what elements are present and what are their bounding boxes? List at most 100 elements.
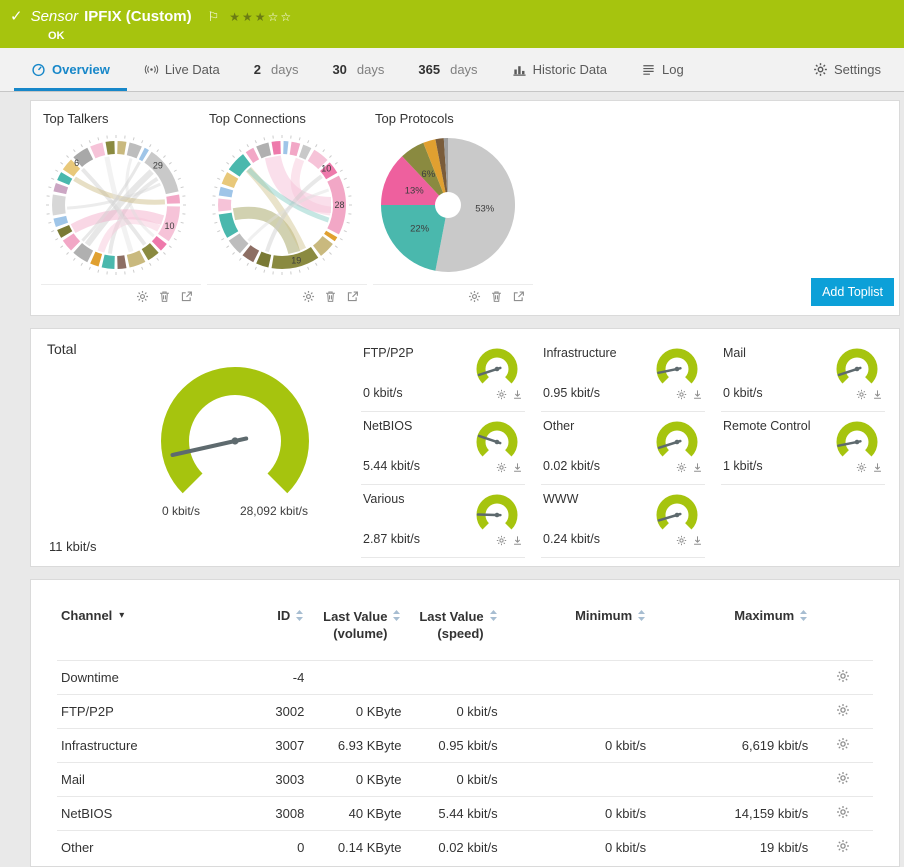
star-filled-icon: ★ xyxy=(242,10,255,24)
gauge-download-button[interactable] xyxy=(692,389,703,400)
gauge-settings-button[interactable] xyxy=(496,535,507,546)
toplist-open-button[interactable] xyxy=(180,290,193,303)
gauge-download-button[interactable] xyxy=(512,389,523,400)
channel-row-other[interactable]: Other00.14 KByte0.02 kbit/s0 kbit/s19 kb… xyxy=(57,831,873,865)
channel-row-ftp-p2p[interactable]: FTP/P2P30020 KByte0 kbit/s xyxy=(57,695,873,729)
tab-live-data-label: Live Data xyxy=(165,62,220,77)
priority-stars[interactable]: ★★★☆☆ xyxy=(229,7,293,27)
cell-id: 3008 xyxy=(219,797,308,831)
toplist-connections-footer xyxy=(207,284,367,303)
tab-overview[interactable]: Overview xyxy=(14,48,127,91)
gauge-download-button[interactable] xyxy=(872,389,883,400)
channel-gauge-name: NetBIOS xyxy=(363,419,420,433)
gauge-download-button[interactable] xyxy=(692,462,703,473)
channel-gauge-name: Remote Control xyxy=(723,419,811,433)
add-toplist-button[interactable]: Add Toplist xyxy=(811,278,894,306)
gear-icon xyxy=(496,462,507,473)
toplist-delete-button[interactable] xyxy=(324,290,337,303)
top-connections-chart-area[interactable]: 102819 xyxy=(207,130,357,280)
tab-30-days[interactable]: 30 days xyxy=(315,48,401,91)
cell-channel[interactable]: Mail xyxy=(57,763,219,797)
toplist-top-talkers: Top Talkers 29106 xyxy=(41,111,201,303)
tab-log[interactable]: Log xyxy=(624,48,701,91)
gear-icon xyxy=(836,703,850,717)
column-header-maximum[interactable]: Maximum xyxy=(650,592,812,661)
download-icon xyxy=(692,389,703,400)
gauge-settings-button[interactable] xyxy=(856,462,867,473)
trash-icon xyxy=(158,290,171,303)
toplist-settings-button[interactable] xyxy=(468,290,481,303)
tab-live-data[interactable]: Live Data xyxy=(127,48,237,91)
sensor-header: ✓ Sensor IPFIX (Custom) ⚐ ★★★☆☆ OK xyxy=(0,0,904,48)
column-header-last-value-speed[interactable]: Last Value (speed) xyxy=(405,592,501,661)
sensor-name: IPFIX (Custom) xyxy=(84,7,192,27)
tab-settings[interactable]: Settings xyxy=(796,48,898,91)
channel-settings-button[interactable] xyxy=(836,805,850,819)
minimum-header-label: Minimum xyxy=(575,608,632,623)
tab-historic-data[interactable]: Historic Data xyxy=(495,48,624,91)
gauge-settings-button[interactable] xyxy=(496,389,507,400)
channel-row-infrastructure[interactable]: Infrastructure30076.93 KByte0.95 kbit/s0… xyxy=(57,729,873,763)
channel-gauge-name: WWW xyxy=(543,492,600,506)
gauge-settings-button[interactable] xyxy=(496,462,507,473)
toplist-value-label: 28 xyxy=(334,200,344,210)
gauge-download-button[interactable] xyxy=(512,462,523,473)
top-protocols-chart-area[interactable]: 53%22%13%6% xyxy=(373,130,523,280)
gear-icon xyxy=(836,669,850,683)
priority-flag-icon[interactable]: ⚐ xyxy=(208,7,220,27)
cell-maximum xyxy=(650,695,812,729)
cell-channel[interactable]: NetBIOS xyxy=(57,797,219,831)
cell-channel[interactable]: Infrastructure xyxy=(57,729,219,763)
channel-settings-button[interactable] xyxy=(836,839,850,853)
cell-channel[interactable]: FTP/P2P xyxy=(57,695,219,729)
column-header-last-value-volume[interactable]: Last Value (volume) xyxy=(308,592,405,661)
gauge-download-button[interactable] xyxy=(692,535,703,546)
channel-settings-button[interactable] xyxy=(836,771,850,785)
gauge-settings-button[interactable] xyxy=(676,535,687,546)
gear-icon xyxy=(496,389,507,400)
gauge-settings-button[interactable] xyxy=(856,389,867,400)
gauge-icons xyxy=(496,462,525,473)
column-header-id[interactable]: ID xyxy=(219,592,308,661)
tab-bar: Overview Live Data 2 days 30 days 365 da… xyxy=(0,48,904,92)
cell-channel[interactable]: Downtime xyxy=(57,661,219,695)
channel-settings-button[interactable] xyxy=(836,737,850,751)
cell-last-value-speed xyxy=(405,661,501,695)
toplist-settings-button[interactable] xyxy=(136,290,149,303)
cell-last-value-volume: 6.93 KByte xyxy=(308,729,405,763)
gauge-settings-button[interactable] xyxy=(676,462,687,473)
toplist-delete-button[interactable] xyxy=(490,290,503,303)
toplist-delete-button[interactable] xyxy=(158,290,171,303)
cell-id: 3003 xyxy=(219,763,308,797)
toplist-open-button[interactable] xyxy=(512,290,525,303)
tab-365-days[interactable]: 365 days xyxy=(401,48,494,91)
protocol-slice-label: 13% xyxy=(405,185,425,196)
top-talkers-chart-area[interactable]: 29106 xyxy=(41,130,191,280)
cell-last-value-speed: 0.02 kbit/s xyxy=(405,831,501,865)
cell-actions xyxy=(812,797,873,831)
id-header-label: ID xyxy=(277,608,290,623)
channel-row-downtime[interactable]: Downtime-4 xyxy=(57,661,873,695)
toplist-title: Top Talkers xyxy=(43,111,201,126)
toplist-open-button[interactable] xyxy=(346,290,359,303)
toplist-settings-button[interactable] xyxy=(302,290,315,303)
channel-row-mail[interactable]: Mail30030 KByte0 kbit/s xyxy=(57,763,873,797)
cell-minimum xyxy=(502,695,651,729)
tab-2-days[interactable]: 2 days xyxy=(237,48,316,91)
cell-last-value-volume xyxy=(308,661,405,695)
toplist-value-label: 10 xyxy=(164,221,174,231)
gauge-remote-control xyxy=(829,417,885,465)
gear-icon xyxy=(836,805,850,819)
gauge-download-button[interactable] xyxy=(512,535,523,546)
channel-settings-button[interactable] xyxy=(836,669,850,683)
cell-last-value-volume: 40 KByte xyxy=(308,797,405,831)
gauge-settings-button[interactable] xyxy=(676,389,687,400)
trash-icon xyxy=(490,290,503,303)
column-header-minimum[interactable]: Minimum xyxy=(502,592,651,661)
channel-row-netbios[interactable]: NetBIOS300840 KByte5.44 kbit/s0 kbit/s14… xyxy=(57,797,873,831)
cell-channel[interactable]: Other xyxy=(57,831,219,865)
column-header-channel[interactable]: Channel ▾ xyxy=(57,592,219,661)
channel-settings-button[interactable] xyxy=(836,703,850,717)
live-data-icon xyxy=(144,62,159,77)
gauge-download-button[interactable] xyxy=(872,462,883,473)
